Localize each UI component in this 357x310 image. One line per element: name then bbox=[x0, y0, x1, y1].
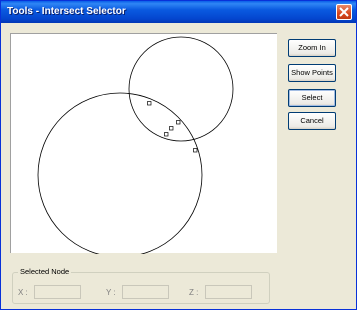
intersection-node[interactable] bbox=[147, 101, 152, 106]
cancel-button[interactable]: Cancel bbox=[288, 112, 336, 130]
candidate-node[interactable] bbox=[164, 132, 169, 137]
selected-node-group: Selected Node X : Y : Z : bbox=[12, 267, 270, 304]
drawing-canvas[interactable] bbox=[10, 33, 277, 254]
z-label: Z : bbox=[189, 288, 199, 297]
intersection-node[interactable] bbox=[193, 148, 198, 153]
zoom-in-button[interactable]: Zoom In bbox=[288, 39, 336, 57]
small-circle bbox=[128, 36, 234, 142]
y-field[interactable] bbox=[122, 285, 169, 299]
close-icon bbox=[339, 7, 349, 17]
selected-node-legend: Selected Node bbox=[18, 267, 72, 276]
large-circle bbox=[37, 92, 203, 254]
window-title: Tools - Intersect Selector bbox=[7, 6, 126, 17]
close-button[interactable] bbox=[336, 4, 352, 20]
show-points-button[interactable]: Show Points bbox=[288, 64, 336, 82]
candidate-node[interactable] bbox=[176, 120, 181, 125]
select-button[interactable]: Select bbox=[288, 89, 336, 107]
intersection-drawing bbox=[37, 36, 234, 254]
x-label: X : bbox=[18, 288, 28, 297]
z-field[interactable] bbox=[205, 285, 252, 299]
candidate-node[interactable] bbox=[169, 126, 174, 131]
y-label: Y : bbox=[106, 288, 116, 297]
title-bar[interactable]: Tools - Intersect Selector bbox=[1, 1, 356, 23]
intersect-selector-dialog: Tools - Intersect Selector Zoom In Show … bbox=[0, 0, 357, 310]
x-field[interactable] bbox=[34, 285, 81, 299]
